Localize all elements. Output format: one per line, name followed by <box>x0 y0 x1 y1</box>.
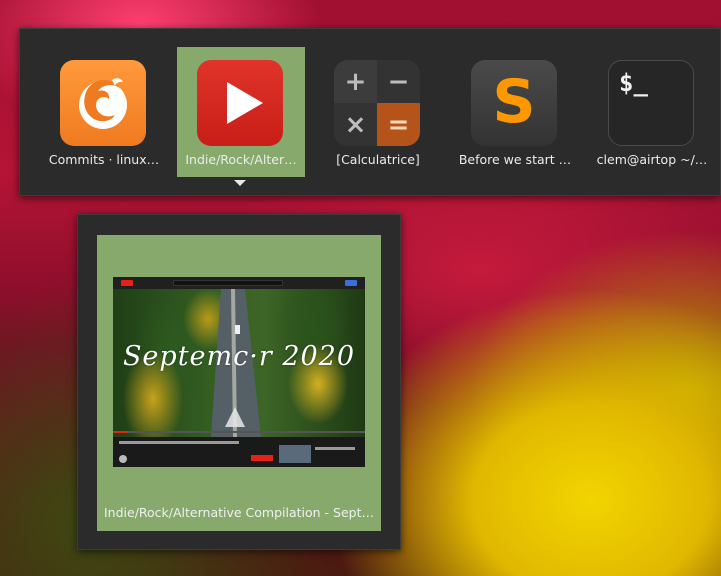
multiply-icon: × <box>334 103 377 146</box>
terminal-prompt-glyph: $_ <box>619 69 648 97</box>
window-preview-popup: Septemc·r 2020 Indie/Rock/Alternative Co… <box>77 214 401 550</box>
switcher-item-label: Commits · linux… <box>48 152 160 167</box>
switcher-item-label: Indie/Rock/Alter… <box>185 152 297 167</box>
thumbnail-subscribe-button <box>251 455 273 461</box>
sublime-s-glyph: S <box>492 67 536 137</box>
switcher-item-terminal[interactable]: $_ clem@airtop ~/… <box>588 47 716 177</box>
video-progress-track <box>113 431 365 433</box>
calculator-icon: + − × = <box>334 60 420 146</box>
switcher-item-calculator[interactable]: + − × = [Calculatrice] <box>314 47 442 177</box>
minus-icon: − <box>377 60 420 103</box>
switcher-item-sublime-text[interactable]: S Before we start … <box>451 47 579 177</box>
thumbnail-channel-avatar <box>119 455 127 463</box>
thumbnail-signin-icon <box>345 280 357 286</box>
thumbnail-video-info <box>113 437 365 467</box>
video-overlay-text: Septemc·r 2020 <box>122 341 356 372</box>
preview-window-title: Indie/Rock/Alternative Compilation - Sep… <box>103 505 375 520</box>
switcher-item-label: [Calculatrice] <box>336 152 420 167</box>
selection-pointer-icon <box>234 180 246 186</box>
thumbnail-next-title-line <box>315 447 355 450</box>
window-preview-item[interactable]: Septemc·r 2020 Indie/Rock/Alternative Co… <box>97 235 381 531</box>
equals-icon: = <box>377 103 420 146</box>
thumbnail-search-bar <box>173 280 283 286</box>
switcher-item-youtube[interactable]: Indie/Rock/Alter… <box>177 47 305 177</box>
app-switcher: Commits · linux… Indie/Rock/Alter… + − ×… <box>19 28 721 196</box>
switcher-item-label: clem@airtop ~/… <box>596 152 708 167</box>
sublime-text-icon: S <box>471 60 557 146</box>
thumbnail-next-video <box>279 445 311 463</box>
thumbnail-youtube-header <box>113 277 365 289</box>
terminal-icon: $_ <box>608 60 694 146</box>
youtube-logo-icon <box>121 280 133 286</box>
thumbnail-video-frame: Septemc·r 2020 <box>113 289 365 437</box>
plus-icon: + <box>334 60 377 103</box>
window-thumbnail[interactable]: Septemc·r 2020 <box>113 277 365 467</box>
firefox-icon <box>60 60 146 146</box>
switcher-item-firefox[interactable]: Commits · linux… <box>40 47 168 177</box>
video-progress-fill <box>113 431 129 433</box>
youtube-icon <box>197 60 283 146</box>
thumbnail-title-line <box>119 441 239 444</box>
switcher-item-label: Before we start … <box>458 152 572 167</box>
